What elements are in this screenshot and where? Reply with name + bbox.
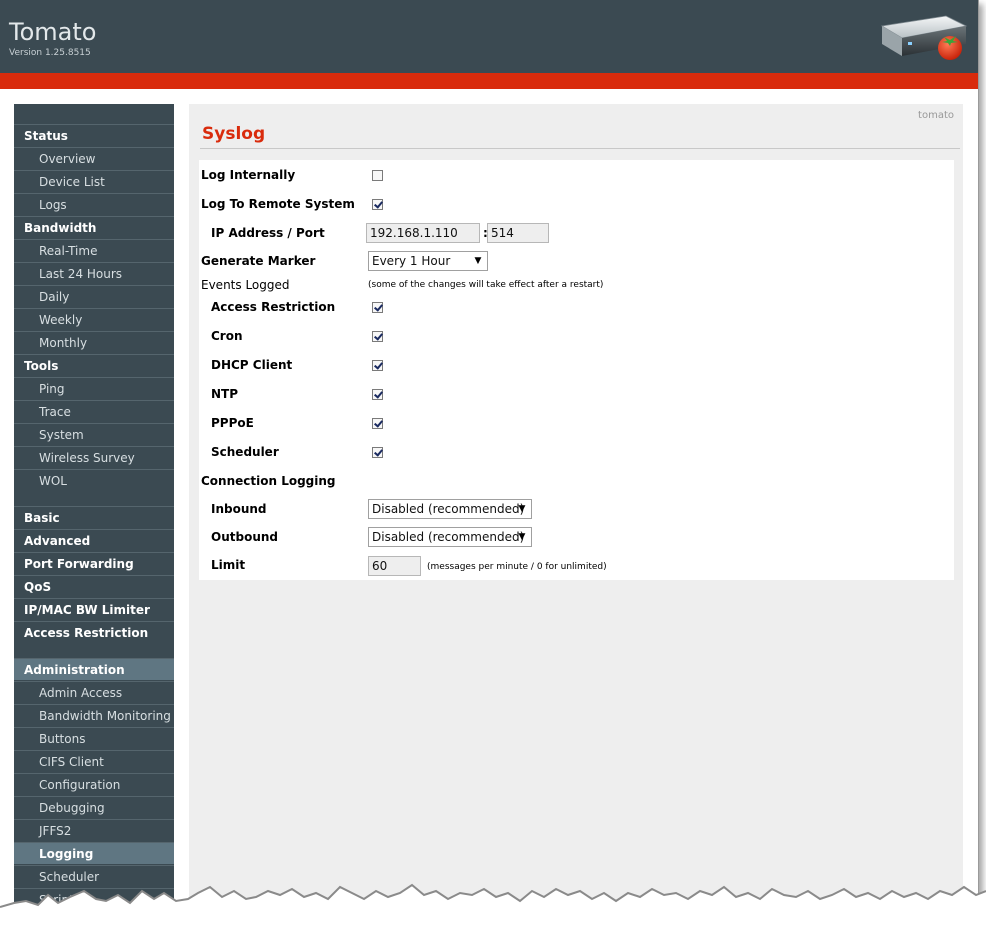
sidebar-item-ping[interactable]: Ping bbox=[14, 377, 174, 399]
sidebar-item-access-restriction[interactable]: Access Restriction bbox=[14, 621, 174, 643]
generate-marker-value: Every 1 Hour bbox=[372, 254, 451, 268]
generate-marker-label: Generate Marker bbox=[201, 254, 316, 268]
main-content: tomato Syslog Log Internally Log To Remo… bbox=[189, 104, 963, 933]
generate-marker-select[interactable]: Every 1 Hour ▼ bbox=[368, 251, 488, 271]
outbound-value: Disabled (recommended) bbox=[372, 530, 525, 544]
sidebar-item-weekly[interactable]: Weekly bbox=[14, 308, 174, 330]
sidebar-item-status[interactable]: Status bbox=[14, 124, 174, 146]
sidebar-item-bandwidth[interactable]: Bandwidth bbox=[14, 216, 174, 238]
page-title: Syslog bbox=[202, 124, 266, 144]
events-logged-label: Events Logged bbox=[201, 278, 290, 292]
outbound-select[interactable]: Disabled (recommended) ▼ bbox=[368, 527, 532, 547]
event-pppoe-label: PPPoE bbox=[211, 416, 254, 430]
log-remote-label: Log To Remote System bbox=[201, 197, 355, 211]
sidebar-item-monthly[interactable]: Monthly bbox=[14, 331, 174, 353]
ip-port-label: IP Address / Port bbox=[211, 226, 325, 240]
app-header: Tomato Version 1.25.8515 bbox=[0, 0, 978, 73]
inbound-value: Disabled (recommended) bbox=[372, 502, 525, 516]
event-scheduler-label: Scheduler bbox=[211, 445, 279, 459]
outbound-label: Outbound bbox=[211, 530, 278, 544]
limit-input[interactable]: 60 bbox=[368, 556, 421, 576]
event-dhcp-client-checkbox[interactable] bbox=[372, 360, 383, 371]
sidebar-item-trace[interactable]: Trace bbox=[14, 400, 174, 422]
syslog-settings-panel: Log Internally Log To Remote System IP A… bbox=[199, 160, 954, 580]
sidebar-item-jffs2[interactable]: JFFS2 bbox=[14, 819, 174, 841]
event-ntp-checkbox[interactable] bbox=[372, 389, 383, 400]
sidebar-item-device-list[interactable]: Device List bbox=[14, 170, 174, 192]
connection-logging-label: Connection Logging bbox=[201, 474, 336, 488]
chevron-down-icon: ▼ bbox=[518, 532, 526, 542]
sidebar-item-qos[interactable]: QoS bbox=[14, 575, 174, 597]
limit-label: Limit bbox=[211, 558, 246, 572]
inbound-select[interactable]: Disabled (recommended) ▼ bbox=[368, 499, 532, 519]
remote-port-input[interactable]: 514 bbox=[487, 223, 549, 243]
sidebar-item-basic[interactable]: Basic bbox=[14, 506, 174, 528]
sidebar-item-buttons[interactable]: Buttons bbox=[14, 727, 174, 749]
event-pppoe-checkbox[interactable] bbox=[372, 418, 383, 429]
event-dhcp-client-label: DHCP Client bbox=[211, 358, 293, 372]
sidebar-item-advanced[interactable]: Advanced bbox=[14, 529, 174, 551]
sidebar-item-port-forwarding[interactable]: Port Forwarding bbox=[14, 552, 174, 574]
browser-page: Tomato Version 1.25.8515 Status Overview… bbox=[0, 0, 979, 933]
sidebar-item-system[interactable]: System bbox=[14, 423, 174, 445]
sidebar-item-cifs-client[interactable]: CIFS Client bbox=[14, 750, 174, 772]
accent-bar bbox=[0, 73, 978, 89]
event-cron-label: Cron bbox=[211, 329, 243, 343]
sidebar-item-debugging[interactable]: Debugging bbox=[14, 796, 174, 818]
sidebar-item-logging[interactable]: Logging bbox=[14, 842, 174, 864]
events-logged-note: (some of the changes will take effect af… bbox=[368, 280, 604, 290]
sidebar-nav: Status Overview Device List Logs Bandwid… bbox=[14, 104, 174, 933]
remote-ip-input[interactable]: 192.168.1.110 bbox=[366, 223, 480, 243]
sidebar-item-daily[interactable]: Daily bbox=[14, 285, 174, 307]
sidebar-item-last-24-hours[interactable]: Last 24 Hours bbox=[14, 262, 174, 284]
host-label: tomato bbox=[918, 110, 954, 121]
event-access-restriction-label: Access Restriction bbox=[211, 300, 336, 314]
title-divider bbox=[200, 148, 960, 149]
router-tomato-logo-icon bbox=[880, 15, 968, 60]
inbound-label: Inbound bbox=[211, 502, 267, 516]
log-internally-checkbox[interactable] bbox=[372, 170, 383, 181]
sidebar-item-overview[interactable]: Overview bbox=[14, 147, 174, 169]
app-title: Tomato bbox=[9, 18, 97, 46]
chevron-down-icon: ▼ bbox=[518, 504, 526, 514]
sidebar-item-wol[interactable]: WOL bbox=[14, 469, 174, 491]
torn-paper-edge bbox=[0, 883, 986, 933]
sidebar-item-real-time[interactable]: Real-Time bbox=[14, 239, 174, 261]
sidebar-item-tools[interactable]: Tools bbox=[14, 354, 174, 376]
event-access-restriction-checkbox[interactable] bbox=[372, 302, 383, 313]
sidebar-item-administration[interactable]: Administration bbox=[14, 658, 174, 680]
sidebar-item-admin-access[interactable]: Admin Access bbox=[14, 681, 174, 703]
limit-note: (messages per minute / 0 for unlimited) bbox=[427, 562, 607, 572]
event-scheduler-checkbox[interactable] bbox=[372, 447, 383, 458]
event-cron-checkbox[interactable] bbox=[372, 331, 383, 342]
sidebar-item-bandwidth-monitoring[interactable]: Bandwidth Monitoring bbox=[14, 704, 174, 726]
sidebar-item-ip-mac-bw-limiter[interactable]: IP/MAC BW Limiter bbox=[14, 598, 174, 620]
chevron-down-icon: ▼ bbox=[474, 256, 482, 266]
sidebar-item-configuration[interactable]: Configuration bbox=[14, 773, 174, 795]
event-ntp-label: NTP bbox=[211, 387, 239, 401]
app-version: Version 1.25.8515 bbox=[9, 48, 91, 58]
log-internally-label: Log Internally bbox=[201, 168, 296, 182]
sidebar-item-wireless-survey[interactable]: Wireless Survey bbox=[14, 446, 174, 468]
log-remote-checkbox[interactable] bbox=[372, 199, 383, 210]
sidebar-item-logs[interactable]: Logs bbox=[14, 193, 174, 215]
